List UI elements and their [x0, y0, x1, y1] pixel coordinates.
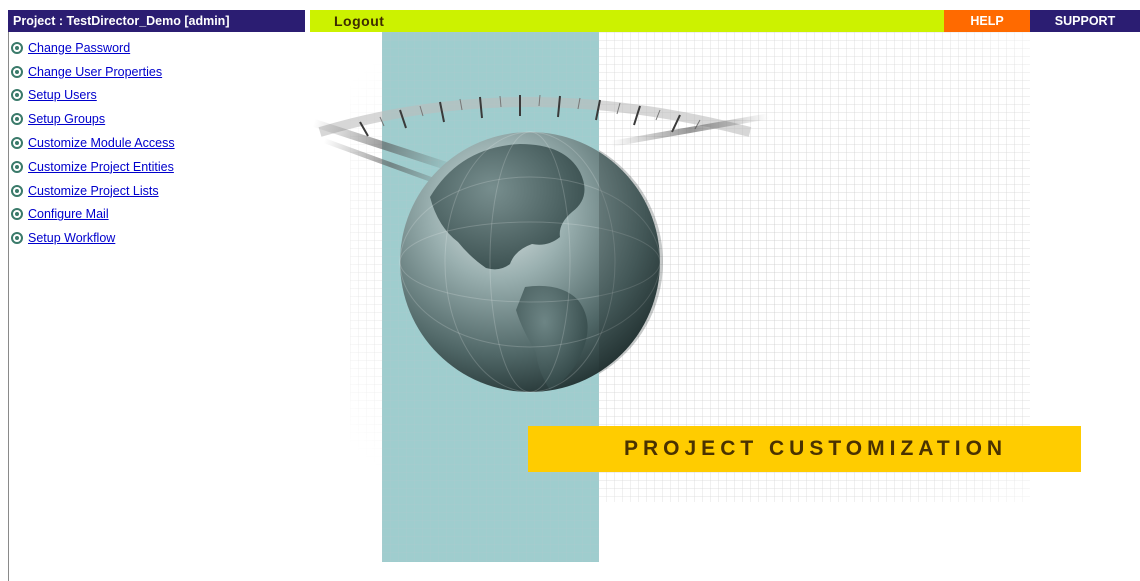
- sidebar-item-change-password[interactable]: Change Password: [11, 36, 311, 60]
- left-frame-border: [8, 32, 9, 581]
- sidebar-item-configure-mail[interactable]: Configure Mail: [11, 203, 311, 227]
- sidebar-item-customize-module-access[interactable]: Customize Module Access: [11, 131, 311, 155]
- radio-bullet-icon: [11, 232, 23, 245]
- sidebar-item-setup-users[interactable]: Setup Users: [11, 84, 311, 108]
- sidebar-item-label[interactable]: Customize Project Entities: [28, 160, 174, 174]
- sidebar-item-customize-project-lists[interactable]: Customize Project Lists: [11, 179, 311, 203]
- sidebar-item-label[interactable]: Setup Groups: [28, 112, 105, 126]
- support-button[interactable]: SUPPORT: [1030, 10, 1140, 32]
- project-customization-banner: PROJECT CUSTOMIZATION: [528, 426, 1081, 472]
- project-title: Project : TestDirector_Demo [admin]: [8, 10, 305, 32]
- sidebar-menu: Change Password Change User Properties S…: [11, 36, 311, 250]
- globe-image: [312, 32, 1030, 562]
- sidebar-item-label[interactable]: Setup Users: [28, 88, 97, 102]
- sidebar-item-label[interactable]: Setup Workflow: [28, 231, 115, 245]
- banner-title: PROJECT CUSTOMIZATION: [624, 437, 1008, 460]
- radio-bullet-icon: [11, 160, 23, 173]
- sidebar-item-customize-project-entities[interactable]: Customize Project Entities: [11, 155, 311, 179]
- sidebar-item-label[interactable]: Change User Properties: [28, 65, 162, 79]
- hero-illustration: PROJECT CUSTOMIZATION: [310, 32, 1140, 581]
- logout-bar: Logout: [310, 10, 944, 32]
- sidebar-item-label[interactable]: Change Password: [28, 41, 130, 55]
- radio-bullet-icon: [11, 89, 23, 102]
- radio-bullet-icon: [11, 113, 23, 126]
- help-button[interactable]: HELP: [944, 10, 1030, 32]
- sidebar-item-label[interactable]: Customize Module Access: [28, 136, 175, 150]
- sidebar-item-label[interactable]: Configure Mail: [28, 207, 109, 221]
- radio-bullet-icon: [11, 208, 23, 221]
- radio-bullet-icon: [11, 41, 23, 54]
- sidebar-item-label[interactable]: Customize Project Lists: [28, 184, 159, 198]
- logout-link[interactable]: Logout: [334, 10, 384, 32]
- sidebar-item-setup-groups[interactable]: Setup Groups: [11, 107, 311, 131]
- radio-bullet-icon: [11, 65, 23, 78]
- radio-bullet-icon: [11, 184, 23, 197]
- radio-bullet-icon: [11, 137, 23, 150]
- top-bar: Project : TestDirector_Demo [admin] Logo…: [8, 10, 1140, 32]
- sidebar-item-setup-workflow[interactable]: Setup Workflow: [11, 226, 311, 250]
- sidebar-item-change-user-properties[interactable]: Change User Properties: [11, 60, 311, 84]
